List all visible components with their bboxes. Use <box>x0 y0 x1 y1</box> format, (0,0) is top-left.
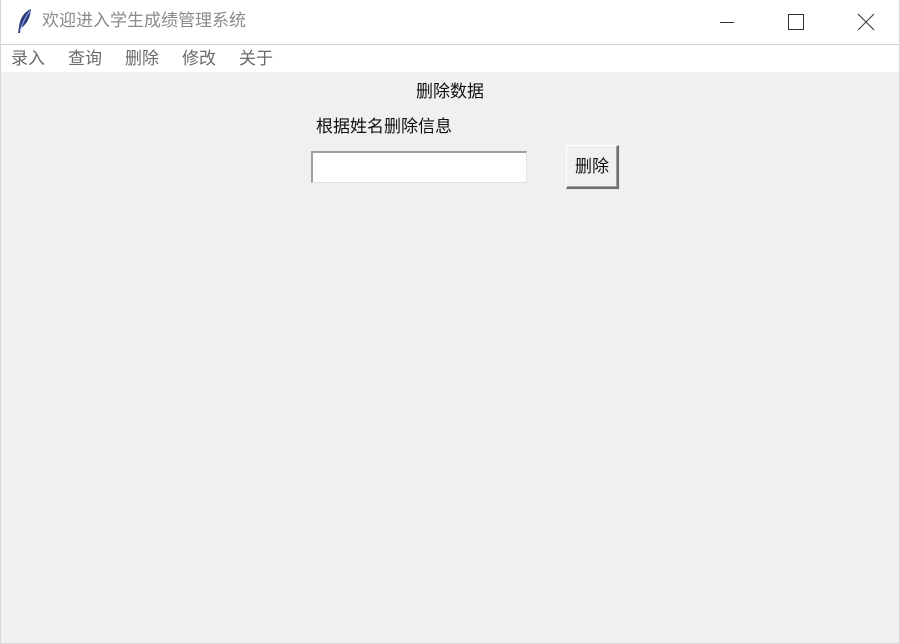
feather-icon <box>18 9 31 33</box>
page-heading: 删除数据 <box>416 82 484 102</box>
close-button[interactable] <box>832 0 899 44</box>
close-icon <box>857 13 875 31</box>
app-window: 欢迎进入学生成绩管理系统 录入 查询 删除 修改 关于 删除数据 根据姓名删除信… <box>0 0 900 644</box>
window-title: 欢迎进入学生成绩管理系统 <box>42 11 246 31</box>
menu-bar: 录入 查询 删除 修改 关于 <box>1 44 899 72</box>
title-bar[interactable]: 欢迎进入学生成绩管理系统 <box>1 0 899 44</box>
maximize-button[interactable] <box>762 0 830 44</box>
delete-button[interactable]: 删除 <box>566 145 619 189</box>
minimize-icon <box>720 22 734 23</box>
minimize-button[interactable] <box>693 0 761 44</box>
menu-item-modify[interactable]: 修改 <box>182 48 216 70</box>
name-prompt-label: 根据姓名删除信息 <box>316 117 452 137</box>
menu-item-enter[interactable]: 录入 <box>11 48 45 70</box>
menu-item-about[interactable]: 关于 <box>239 48 273 70</box>
maximize-icon <box>788 14 804 30</box>
menu-item-delete[interactable]: 删除 <box>125 48 159 70</box>
name-input[interactable] <box>311 151 527 183</box>
menu-item-query[interactable]: 查询 <box>68 48 102 70</box>
